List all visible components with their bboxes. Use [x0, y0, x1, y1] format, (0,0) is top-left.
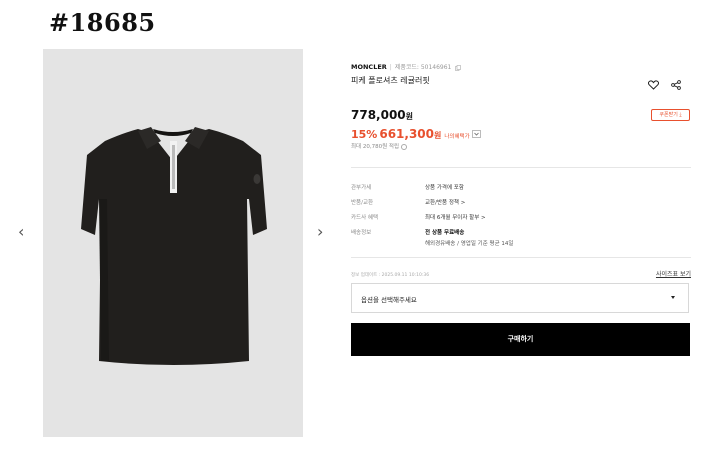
spec-row-return[interactable]: 반품/교환 교환/반품 정책 > — [351, 198, 465, 206]
spec-row-shipping: 배송정보 전 상품 무료배송 — [351, 230, 465, 236]
copy-icon[interactable] — [455, 64, 462, 71]
brand-row: MONCLER | 제품코드: 50146961 — [351, 62, 462, 71]
gallery-next-arrow[interactable]: › — [317, 222, 323, 241]
info-icon[interactable] — [401, 143, 408, 150]
product-image-gallery — [43, 49, 303, 437]
coupon-button[interactable]: 쿠폰받기 ⤓ — [651, 109, 690, 121]
spec-row-duty: 관부가세 상품 가격에 포함 — [351, 185, 464, 191]
product-code: 제품코드: 50146961 — [394, 64, 452, 71]
updated-timestamp: 정보 업데이트 : 2025.09.11 10:10:36 — [351, 273, 430, 278]
option-placeholder: 옵션을 선택해주세요 — [361, 296, 417, 304]
divider — [351, 167, 691, 168]
brand-name[interactable]: MONCLER — [351, 63, 387, 71]
buy-button[interactable]: 구매하기 — [351, 323, 690, 356]
sale-price: 661,300 — [379, 127, 434, 141]
size-guide-link[interactable]: 사이즈표 보기 — [656, 269, 691, 278]
sale-price-row: 15% 661,300원 나의혜택가 — [351, 123, 481, 142]
my-price-label[interactable]: 나의혜택가 — [444, 134, 469, 140]
post-id-label: #18685 — [49, 8, 156, 37]
points-info: 최대 20,780원 적립 — [351, 142, 408, 150]
original-price: 778,000원 — [351, 108, 414, 122]
option-select[interactable]: 옵션을 선택해주세요 — [351, 283, 689, 313]
product-image-polo-shirt — [81, 127, 267, 365]
heart-icon[interactable] — [648, 80, 659, 90]
divider — [351, 257, 691, 258]
shipping-detail: 해외경유배송 / 영업일 기준 평균 14일 — [425, 241, 514, 247]
sale-rate: 15% — [351, 128, 378, 141]
caret-down-icon — [671, 296, 675, 299]
product-name: 피케 폴로셔츠 레귤러핏 — [351, 76, 430, 85]
gallery-prev-arrow[interactable]: ‹ — [18, 222, 24, 241]
share-icon[interactable] — [671, 80, 681, 90]
spec-row-card[interactable]: 카드사 혜택 최대 6개월 무이자 할부 > — [351, 213, 486, 221]
chevron-down-icon[interactable] — [471, 129, 481, 138]
